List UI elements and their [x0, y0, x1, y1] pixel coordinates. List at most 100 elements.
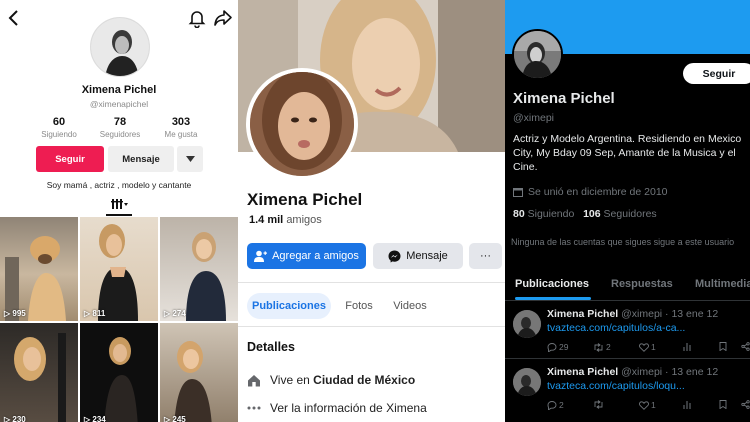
- following-label: Siguiendo: [527, 208, 575, 220]
- tiktok-profile-panel: Ximena Pichel @ximenapichel 60 Siguiendo…: [0, 0, 238, 422]
- friends-label: amigos: [286, 214, 322, 226]
- avatar[interactable]: [90, 17, 150, 77]
- tab-posts[interactable]: Publicaciones: [515, 278, 589, 290]
- reply-button[interactable]: 29: [547, 342, 568, 352]
- profile-handle: @ximenapichel: [89, 99, 149, 109]
- heart-icon: [639, 342, 649, 352]
- more-dropdown-button[interactable]: [177, 146, 203, 172]
- video-thumbnail[interactable]: ▷ 811: [80, 217, 158, 321]
- video-thumbnail[interactable]: ▷ 274: [160, 217, 238, 321]
- reply-button[interactable]: 2: [547, 400, 564, 410]
- video-thumbnail[interactable]: ▷ 234: [80, 323, 158, 422]
- follow-button[interactable]: Seguir: [683, 63, 750, 84]
- stat-likes[interactable]: 303 Me gusta: [146, 116, 216, 139]
- share-icon: [741, 342, 750, 351]
- message-button[interactable]: Mensaje: [108, 146, 174, 172]
- retweet-button[interactable]: [593, 400, 606, 409]
- more-options-button[interactable]: ···: [469, 243, 502, 269]
- stat-following[interactable]: 60 Siguiendo: [24, 116, 94, 139]
- view-count: ▷ 995: [4, 309, 26, 318]
- friends-count-value: 1.4 mil: [249, 214, 284, 226]
- bookmark-icon: [719, 400, 727, 409]
- see-info-row[interactable]: Ver la información de Ximena: [247, 399, 427, 417]
- avatar[interactable]: [512, 29, 563, 80]
- retweet-icon: [594, 400, 603, 409]
- view-count: ▷ 274: [164, 309, 186, 318]
- view-count: ▷ 245: [164, 415, 186, 422]
- tweet-avatar[interactable]: [513, 368, 541, 396]
- tab-videos[interactable]: Videos: [388, 293, 432, 319]
- follow-button[interactable]: Seguir: [36, 146, 104, 172]
- following-count: 80: [513, 208, 525, 220]
- add-friend-button[interactable]: Agregar a amigos: [247, 243, 366, 269]
- video-thumbnail[interactable]: ▷ 245: [160, 323, 238, 422]
- views-button[interactable]: [683, 400, 692, 409]
- stat-followers[interactable]: 78 Seguidores: [85, 116, 155, 139]
- tab-media[interactable]: Multimedia: [695, 278, 750, 290]
- bookmark-button[interactable]: [719, 400, 727, 409]
- messenger-icon: [388, 250, 401, 262]
- followers-label: Seguidores: [603, 208, 657, 220]
- like-button[interactable]: 1: [639, 400, 656, 410]
- caret-down-icon: [185, 156, 195, 162]
- like-button[interactable]: 1: [639, 342, 656, 352]
- tweet-item[interactable]: Ximena Pichel @ximepi · 13 ene 12 tvazte…: [505, 301, 750, 359]
- following-link[interactable]: 80 Siguiendo: [513, 208, 574, 220]
- joined-label: Se unió en diciembre de 2010: [528, 186, 668, 198]
- tweet-avatar[interactable]: [513, 310, 541, 338]
- tab-replies[interactable]: Respuestas: [611, 278, 673, 290]
- profile-name: Ximena Pichel: [513, 90, 615, 107]
- friends-count[interactable]: 1.4 mil amigos: [249, 214, 322, 226]
- profile-name: Ximena Pichel: [81, 84, 157, 96]
- tweet-author[interactable]: Ximena Pichel: [547, 308, 618, 320]
- grid-bars-icon: [111, 199, 128, 209]
- lives-in-row: Vive en Ciudad de México: [247, 371, 415, 389]
- add-person-icon: [254, 250, 268, 262]
- retweet-button[interactable]: 2: [593, 342, 611, 352]
- tweet-link[interactable]: tvazteca.com/capitulos/a-ca...: [547, 322, 685, 334]
- message-button[interactable]: Mensaje: [373, 243, 463, 269]
- view-count: ▷ 234: [84, 415, 106, 422]
- like-count: 1: [651, 400, 656, 410]
- videos-grid-tab[interactable]: [108, 197, 132, 213]
- view-count: ▷ 811: [84, 309, 106, 318]
- video-thumbnail[interactable]: ▷ 995: [0, 217, 78, 321]
- view-count: ▷ 230: [4, 415, 26, 422]
- views-chart-icon: [683, 401, 691, 409]
- share-button[interactable]: [741, 400, 750, 409]
- tweet-actions: 29 2 1: [547, 342, 750, 354]
- stat-value: 303: [171, 116, 191, 128]
- stat-value: 60: [52, 116, 66, 128]
- share-button[interactable]: [741, 342, 750, 351]
- tweet-item[interactable]: Ximena Pichel @ximepi · 13 ene 12 tvazte…: [505, 359, 750, 417]
- tweet-link[interactable]: tvazteca.com/capitulos/loqu...: [547, 380, 685, 392]
- woman-photo-image: [186, 232, 226, 321]
- reply-icon: [547, 400, 557, 410]
- followers-count: 106: [583, 208, 601, 220]
- profile-photo-image: [250, 72, 354, 176]
- back-arrow-icon[interactable]: [6, 8, 22, 28]
- views-button[interactable]: [683, 342, 692, 351]
- avatar[interactable]: [246, 68, 358, 180]
- bookmark-button[interactable]: [719, 342, 727, 351]
- tweet-header: Ximena Pichel @ximepi · 13 ene 12: [547, 366, 718, 378]
- share-icon: [741, 400, 750, 409]
- details-heading: Detalles: [247, 340, 295, 354]
- tab-posts[interactable]: Publicaciones: [247, 293, 331, 319]
- bell-icon[interactable]: [188, 8, 206, 28]
- profile-handle: @ximepi: [513, 112, 555, 124]
- lives-city[interactable]: Ciudad de México: [313, 373, 415, 387]
- woman-photo-image: [14, 333, 66, 422]
- tab-photos[interactable]: Fotos: [338, 293, 380, 319]
- video-thumbnail[interactable]: ▷ 230: [0, 323, 78, 422]
- heart-icon: [639, 400, 649, 410]
- share-arrow-icon[interactable]: [213, 8, 233, 28]
- tweet-author[interactable]: Ximena Pichel: [547, 366, 618, 378]
- followers-link[interactable]: 106 Seguidores: [583, 208, 657, 220]
- profile-photo-image: [514, 31, 561, 78]
- see-info-label: Ver la información de Ximena: [270, 401, 427, 415]
- views-chart-icon: [683, 343, 691, 351]
- lives-prefix: Vive en: [270, 373, 310, 387]
- reply-icon: [547, 342, 557, 352]
- twitter-profile-panel: Seguir Ximena Pichel @ximepi Actriz y Mo…: [505, 0, 750, 422]
